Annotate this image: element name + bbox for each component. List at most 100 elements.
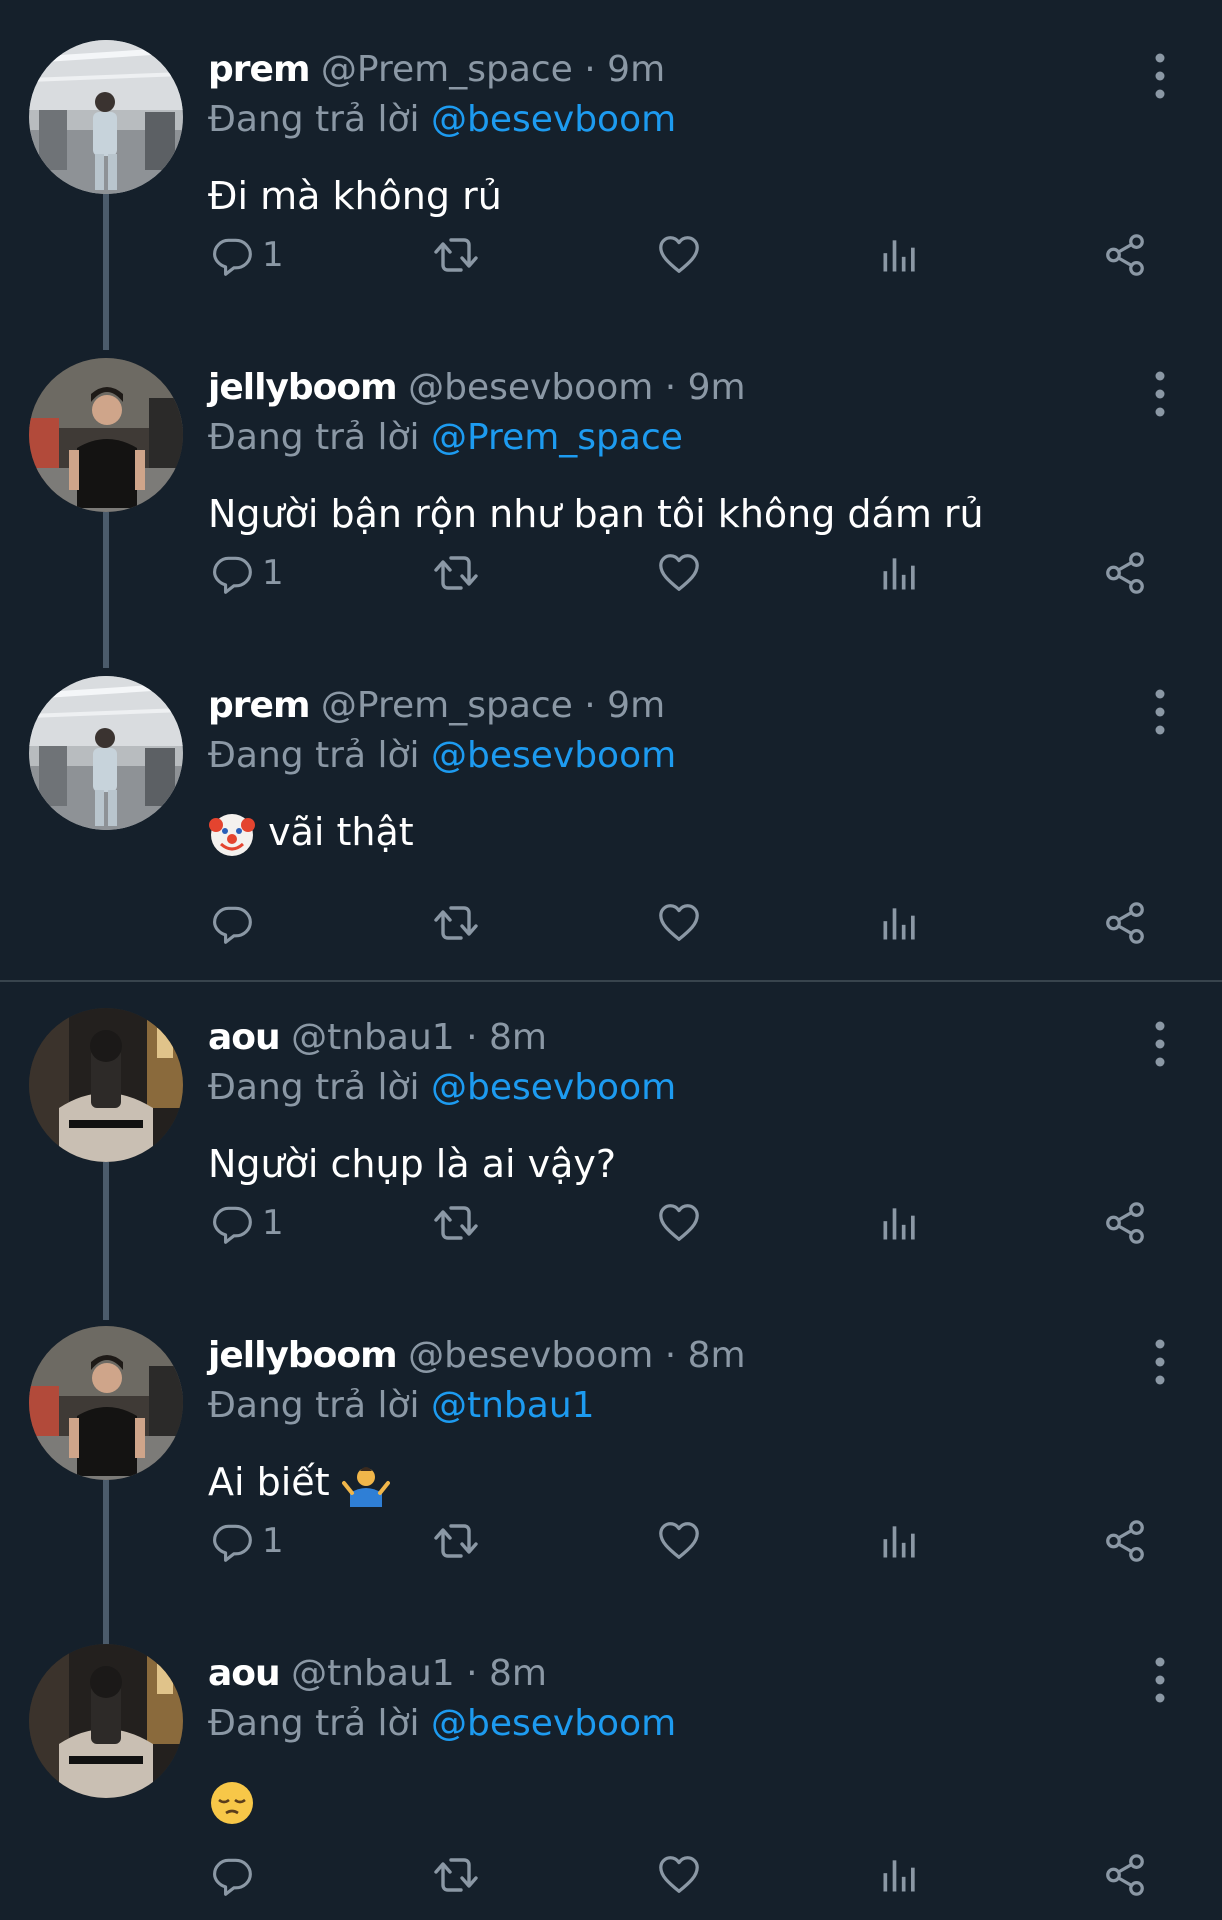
retweet-icon bbox=[432, 1517, 480, 1565]
reply-button[interactable] bbox=[210, 888, 262, 958]
views-button[interactable] bbox=[878, 1506, 922, 1576]
avatar[interactable] bbox=[29, 1326, 183, 1480]
username[interactable]: @besevboom bbox=[408, 367, 653, 408]
tweet[interactable]: prem @Prem_space · 9m Đang trả lời @bese… bbox=[0, 676, 1222, 976]
mention-link[interactable]: @Prem_space bbox=[431, 417, 683, 458]
man-shrugging-emoji bbox=[342, 1461, 390, 1509]
timestamp[interactable]: · 9m bbox=[584, 685, 665, 726]
tweet[interactable]: prem @Prem_space · 9m Đang trả lời @bese… bbox=[0, 40, 1222, 310]
heart-icon bbox=[656, 1518, 702, 1564]
views-button[interactable] bbox=[878, 538, 922, 608]
retweet-icon bbox=[432, 1851, 480, 1899]
timestamp[interactable]: · 9m bbox=[584, 49, 665, 90]
heart-icon bbox=[656, 900, 702, 946]
replying-to-label: Đang trả lời bbox=[208, 735, 420, 776]
like-button[interactable] bbox=[656, 1188, 702, 1258]
display-name[interactable]: prem bbox=[208, 685, 310, 726]
avatar[interactable] bbox=[29, 1008, 183, 1162]
avatar[interactable] bbox=[29, 1644, 183, 1798]
display-name[interactable]: prem bbox=[208, 49, 310, 90]
mention-link[interactable]: @tnbau1 bbox=[431, 1385, 595, 1426]
username[interactable]: @Prem_space bbox=[321, 49, 573, 90]
reply-button[interactable]: 1 bbox=[210, 220, 284, 290]
tweet-text: Người chụp là ai vậy? bbox=[208, 1142, 617, 1186]
reply-bubble-icon bbox=[210, 551, 254, 595]
avatar[interactable] bbox=[29, 676, 183, 830]
reply-thread: prem @Prem_space · 9m Đang trả lời @bese… bbox=[0, 0, 1222, 1920]
share-button[interactable] bbox=[1102, 1840, 1148, 1910]
reply-count: 1 bbox=[262, 1521, 284, 1561]
like-button[interactable] bbox=[656, 1840, 702, 1910]
retweet-button[interactable] bbox=[432, 538, 480, 608]
username[interactable]: @Prem_space bbox=[321, 685, 573, 726]
reply-button[interactable] bbox=[210, 1840, 262, 1910]
reply-bubble-icon bbox=[210, 1201, 254, 1245]
replying-to: Đang trả lời @Prem_space bbox=[208, 408, 683, 468]
retweet-icon bbox=[432, 899, 480, 947]
timestamp[interactable]: · 8m bbox=[665, 1335, 746, 1376]
more-vertical-icon[interactable] bbox=[1142, 50, 1178, 102]
mention-link[interactable]: @besevboom bbox=[431, 1067, 676, 1108]
display-name[interactable]: aou bbox=[208, 1017, 281, 1058]
replying-to-label: Đang trả lời bbox=[208, 1067, 420, 1108]
like-button[interactable] bbox=[656, 888, 702, 958]
retweet-button[interactable] bbox=[432, 1506, 480, 1576]
retweet-button[interactable] bbox=[432, 1840, 480, 1910]
share-icon bbox=[1102, 1852, 1148, 1898]
tweet[interactable]: aou @tnbau1 · 8m Đang trả lời @besevboom bbox=[0, 1644, 1222, 1920]
tweet[interactable]: aou @tnbau1 · 8m Đang trả lời @besevboom… bbox=[0, 1008, 1222, 1278]
share-button[interactable] bbox=[1102, 1506, 1148, 1576]
tweet[interactable]: jellyboom @besevboom · 8m Đang trả lời @… bbox=[0, 1326, 1222, 1596]
like-button[interactable] bbox=[656, 1506, 702, 1576]
display-name[interactable]: aou bbox=[208, 1653, 281, 1694]
tweet-text: Ai biết bbox=[208, 1452, 390, 1512]
reply-count: 1 bbox=[262, 553, 284, 593]
username[interactable]: @tnbau1 bbox=[291, 1653, 455, 1694]
like-button[interactable] bbox=[656, 220, 702, 290]
retweet-button[interactable] bbox=[432, 220, 480, 290]
retweet-icon bbox=[432, 1199, 480, 1247]
display-name[interactable]: jellyboom bbox=[208, 367, 398, 408]
share-icon bbox=[1102, 900, 1148, 946]
avatar[interactable] bbox=[29, 358, 183, 512]
tweet[interactable]: jellyboom @besevboom · 9m Đang trả lời @… bbox=[0, 358, 1222, 628]
like-button[interactable] bbox=[656, 538, 702, 608]
tweet-actions: 1 bbox=[0, 220, 1222, 290]
share-button[interactable] bbox=[1102, 538, 1148, 608]
tweet-text: Người bận rộn như bạn tôi không dám rủ bbox=[208, 492, 984, 536]
more-vertical-icon[interactable] bbox=[1142, 1336, 1178, 1388]
heart-icon bbox=[656, 1852, 702, 1898]
views-button[interactable] bbox=[878, 888, 922, 958]
username[interactable]: @besevboom bbox=[408, 1335, 653, 1376]
more-vertical-icon[interactable] bbox=[1142, 1018, 1178, 1070]
reply-button[interactable]: 1 bbox=[210, 538, 284, 608]
timestamp[interactable]: · 8m bbox=[466, 1653, 547, 1694]
share-icon bbox=[1102, 550, 1148, 596]
mention-link[interactable]: @besevboom bbox=[431, 1703, 676, 1744]
retweet-button[interactable] bbox=[432, 1188, 480, 1258]
more-vertical-icon[interactable] bbox=[1142, 368, 1178, 420]
avatar[interactable] bbox=[29, 40, 183, 194]
views-button[interactable] bbox=[878, 220, 922, 290]
mention-link[interactable]: @besevboom bbox=[431, 735, 676, 776]
timestamp[interactable]: · 8m bbox=[466, 1017, 547, 1058]
timestamp[interactable]: · 9m bbox=[665, 367, 746, 408]
tweet-actions: 1 bbox=[0, 1188, 1222, 1258]
share-button[interactable] bbox=[1102, 1188, 1148, 1258]
reply-button[interactable]: 1 bbox=[210, 1188, 284, 1258]
display-name[interactable]: jellyboom bbox=[208, 1335, 398, 1376]
reply-button[interactable]: 1 bbox=[210, 1506, 284, 1576]
views-button[interactable] bbox=[878, 1188, 922, 1258]
views-bar-chart-icon bbox=[878, 551, 922, 595]
more-vertical-icon[interactable] bbox=[1142, 1654, 1178, 1706]
share-button[interactable] bbox=[1102, 888, 1148, 958]
retweet-icon bbox=[432, 549, 480, 597]
views-button[interactable] bbox=[878, 1840, 922, 1910]
retweet-button[interactable] bbox=[432, 888, 480, 958]
username[interactable]: @tnbau1 bbox=[291, 1017, 455, 1058]
replying-to: Đang trả lời @besevboom bbox=[208, 1058, 676, 1118]
mention-link[interactable]: @besevboom bbox=[431, 99, 676, 140]
more-vertical-icon[interactable] bbox=[1142, 686, 1178, 738]
share-button[interactable] bbox=[1102, 220, 1148, 290]
views-bar-chart-icon bbox=[878, 1519, 922, 1563]
